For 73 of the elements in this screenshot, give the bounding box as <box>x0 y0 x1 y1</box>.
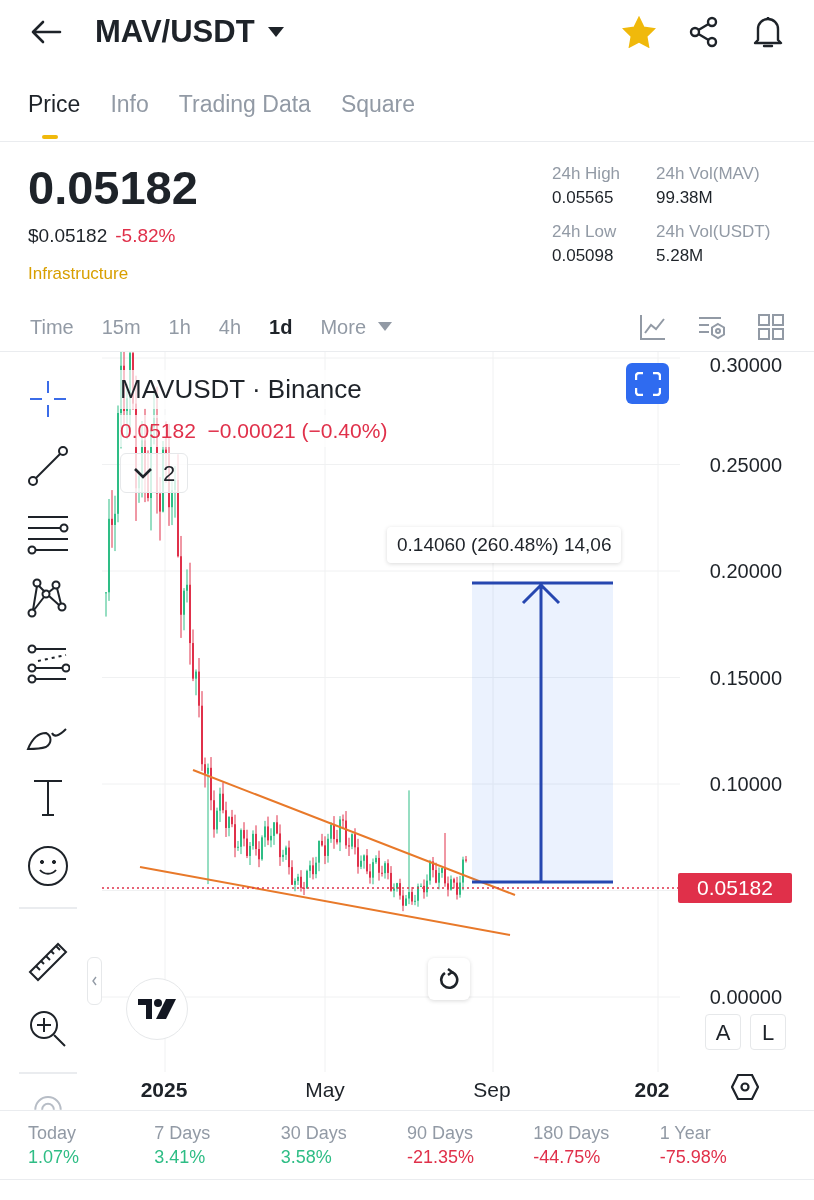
scale-button[interactable]: A <box>705 1014 741 1050</box>
caret-icon <box>266 26 285 38</box>
trend-line[interactable] <box>192 769 516 896</box>
chart-symbol: MAVUSDT · Binance <box>120 370 362 409</box>
time-axis-label: May <box>304 1077 346 1103</box>
price-tag: 0.05182 <box>678 873 792 903</box>
period-label: 180 Days <box>533 1122 611 1145</box>
usd-price: $0.05182 <box>28 224 108 248</box>
stat-label: 24h High <box>552 163 622 185</box>
bell-icon[interactable] <box>752 15 784 49</box>
price-axis-label: 0.15000 <box>708 665 782 690</box>
period-change: 1.07% <box>28 1146 81 1169</box>
time-axis-label: Sep <box>472 1077 512 1103</box>
measure-range-drawing[interactable] <box>470 581 615 884</box>
period-change: 3.58% <box>280 1146 333 1169</box>
interval-tab[interactable]: 15m <box>101 311 141 342</box>
pair-selector[interactable]: MAV/USDT <box>95 8 285 56</box>
stat-label: 24h Vol(MAV) <box>656 163 761 185</box>
tab-indicator <box>42 135 58 139</box>
category-link[interactable]: Infrastructure <box>28 260 552 286</box>
stat-label: 24h Vol(USDT) <box>656 221 772 243</box>
star-icon[interactable] <box>622 16 656 48</box>
price-axis-label: 0.10000 <box>708 772 782 796</box>
period-label: 7 Days <box>154 1122 212 1145</box>
reset-button[interactable] <box>428 958 470 1000</box>
period-change: -44.75% <box>533 1146 602 1169</box>
emoji-icon[interactable] <box>26 843 70 888</box>
stat-value: 0.05098 <box>552 245 615 267</box>
line-chart-icon[interactable] <box>640 313 666 340</box>
stat-label: 24h Low <box>552 221 618 243</box>
period-label: 90 Days <box>407 1122 475 1145</box>
price-change: -5.82% <box>115 224 176 248</box>
chevron-left-icon <box>92 976 97 986</box>
tab[interactable]: Trading Data <box>178 86 311 141</box>
period-label: 1 Year <box>659 1122 712 1145</box>
interval-tab[interactable]: 1d <box>269 311 293 342</box>
scale-button[interactable]: L <box>750 1014 786 1050</box>
reset-icon <box>439 968 459 990</box>
tab[interactable]: Price <box>28 86 81 141</box>
indicators-toggle[interactable]: 2 <box>120 453 189 493</box>
price-axis-label: 0.30000 <box>708 353 782 377</box>
interval-tab[interactable]: More <box>320 311 393 342</box>
back-icon[interactable] <box>30 20 62 44</box>
tab[interactable]: Square <box>340 86 416 141</box>
last-price: 0.05182 <box>28 160 199 216</box>
interval-tab[interactable]: 4h <box>218 311 242 342</box>
measure-label: 0.14060 (260.48%) 14,06 <box>387 527 622 563</box>
period-change: -21.35% <box>407 1146 476 1169</box>
stat-value: 99.38M <box>656 187 714 209</box>
period-change: 3.41% <box>154 1146 207 1169</box>
interval-tab[interactable]: Time <box>30 311 74 342</box>
period-change: -75.98% <box>659 1146 728 1169</box>
caret-icon <box>378 322 393 331</box>
settings-icon[interactable] <box>731 1074 759 1100</box>
time-axis-label: 202 <box>633 1077 671 1103</box>
period-label: Today <box>28 1122 78 1145</box>
layout-grid-icon[interactable] <box>758 313 784 340</box>
trend-line-icon[interactable] <box>26 443 70 488</box>
chevron-down-icon <box>133 467 153 479</box>
logo-icon <box>138 999 176 1019</box>
chart-quote: 0.05182 −0.00021 (−0.40%) <box>120 415 388 447</box>
price-axis-label: 0.00000 <box>708 985 782 1009</box>
fullscreen-icon <box>634 371 661 396</box>
tab[interactable]: Info <box>110 86 149 141</box>
interval-tab[interactable]: 1h <box>168 311 191 342</box>
fullscreen-button[interactable] <box>626 363 669 404</box>
stat-value: 0.05565 <box>552 187 615 209</box>
price-axis-label: 0.25000 <box>708 452 782 477</box>
share-icon[interactable] <box>688 16 720 48</box>
time-axis-label: 2025 <box>139 1077 189 1103</box>
stat-value: 5.28M <box>656 245 705 267</box>
price-axis-label: 0.20000 <box>708 559 782 583</box>
period-label: 30 Days <box>280 1122 348 1145</box>
